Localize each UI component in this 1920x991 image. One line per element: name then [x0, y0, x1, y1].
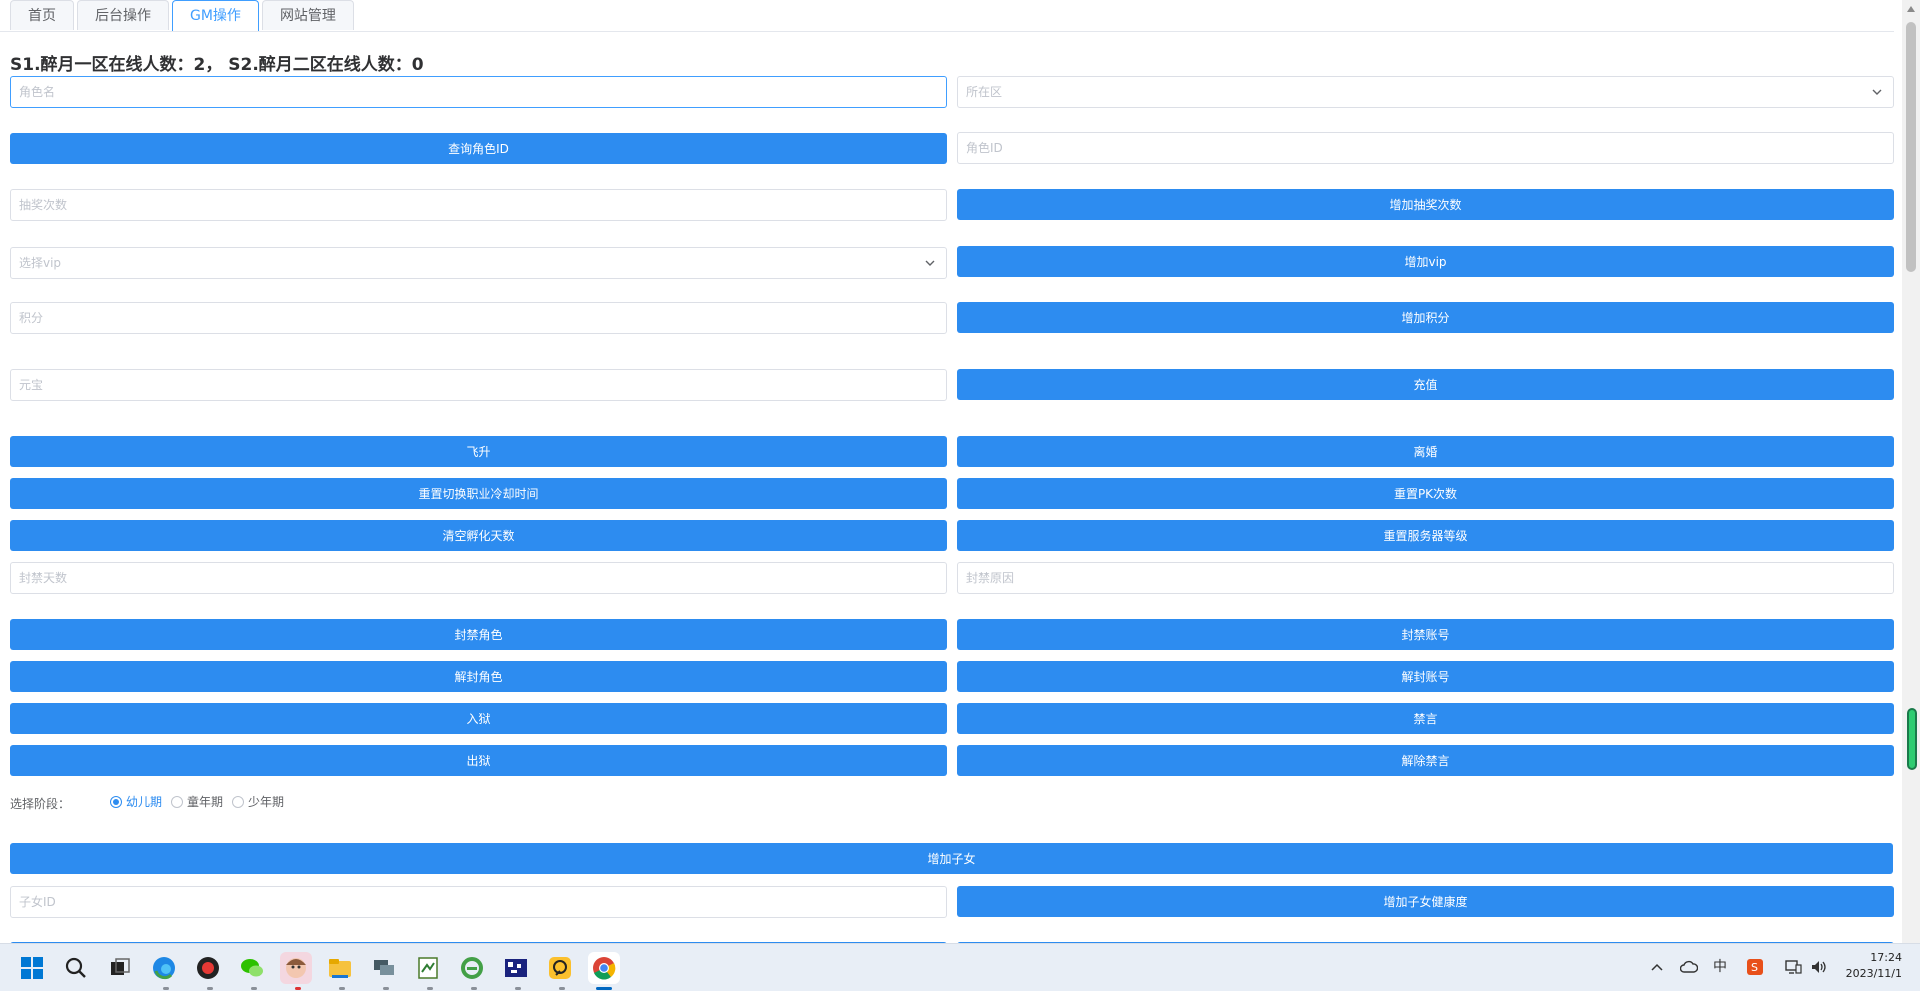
stage-option-label: 幼儿期 — [126, 795, 163, 809]
qr-app-icon[interactable] — [500, 952, 532, 984]
zone-select-placeholder: 所在区 — [966, 85, 1003, 99]
stage-radio-infant[interactable]: 幼儿期 — [110, 793, 162, 810]
reset-job-cooldown-button[interactable]: 重置切换职业冷却时间 — [10, 478, 947, 509]
role-id-input[interactable] — [957, 132, 1894, 164]
tab-site-admin[interactable]: 网站管理 — [261, 0, 354, 30]
edge-icon[interactable] — [148, 952, 180, 984]
query-role-id-button[interactable]: 查询角色ID — [10, 133, 947, 164]
ascend-button[interactable]: 飞升 — [10, 436, 947, 467]
chevron-up-icon[interactable] — [1650, 962, 1664, 972]
chevron-down-icon — [1872, 89, 1882, 95]
clear-incubation-button[interactable]: 清空孵化天数 — [10, 520, 947, 551]
lottery-count-input[interactable] — [10, 189, 947, 221]
clock-time: 17:24 — [1870, 951, 1902, 964]
scroll-up-icon[interactable] — [1907, 6, 1915, 12]
sogou-icon[interactable]: S — [1746, 958, 1764, 976]
system-clock[interactable]: 17:24 2023/11/1 — [1846, 950, 1902, 982]
chrome-icon[interactable] — [588, 952, 620, 984]
gm-page: 首页 后台操作 GM操作 网站管理 S1.醉月一区在线人数：2， S2.醉月二区… — [0, 0, 1920, 943]
reset-pk-button[interactable]: 重置PK次数 — [957, 478, 1894, 509]
ban-account-button[interactable]: 封禁账号 — [957, 619, 1894, 650]
taskbar-indicator — [295, 987, 301, 990]
online-status: S1.醉月一区在线人数：2， S2.醉月二区在线人数：0 — [10, 55, 424, 75]
notepad-icon[interactable] — [412, 952, 444, 984]
tab-bar: 首页 后台操作 GM操作 网站管理 — [10, 0, 354, 32]
volume-icon[interactable] — [1810, 959, 1828, 975]
stage-option-label: 少年期 — [248, 795, 285, 809]
page-scrollbar[interactable] — [1902, 0, 1920, 943]
start-icon[interactable] — [16, 952, 48, 984]
tab-home[interactable]: 首页 — [10, 0, 74, 30]
taskbar-indicator — [207, 987, 213, 990]
taskbar-indicator — [383, 987, 389, 990]
radio-unchecked-icon — [171, 795, 183, 808]
ime-indicator[interactable]: 中 — [1713, 956, 1727, 976]
wechat-icon[interactable] — [236, 952, 268, 984]
taskbar-indicator — [515, 987, 521, 990]
release-button[interactable]: 出狱 — [10, 745, 947, 776]
tab-backend[interactable]: 后台操作 — [77, 0, 169, 30]
tab-gm[interactable]: GM操作 — [172, 0, 259, 32]
yuanbao-input[interactable] — [10, 369, 947, 401]
ban-role-button[interactable]: 封禁角色 — [10, 619, 947, 650]
scroll-thumb[interactable] — [1906, 22, 1916, 272]
remote-desktop-icon[interactable] — [368, 952, 400, 984]
taskbar-indicator — [427, 987, 433, 990]
chevron-down-icon — [925, 260, 935, 266]
search-icon[interactable] — [60, 952, 92, 984]
add-child-button[interactable]: 增加子女 — [10, 843, 1893, 874]
points-input[interactable] — [10, 302, 947, 334]
taskbar-indicator — [163, 987, 169, 990]
zone-select[interactable]: 所在区 — [957, 76, 1894, 108]
avatar-app-icon[interactable] — [280, 952, 312, 984]
cloud-icon[interactable] — [1680, 960, 1698, 974]
divorce-button[interactable]: 离婚 — [957, 436, 1894, 467]
mute-button[interactable]: 禁言 — [957, 703, 1894, 734]
recharge-button[interactable]: 充值 — [957, 369, 1894, 400]
vip-select-placeholder: 选择vip — [19, 256, 62, 270]
app-icon[interactable] — [544, 952, 576, 984]
taskbar-indicator — [471, 987, 477, 990]
stage-label: 选择阶段： — [10, 797, 71, 811]
vip-select[interactable]: 选择vip — [10, 247, 947, 279]
reset-server-level-button[interactable]: 重置服务器等级 — [957, 520, 1894, 551]
role-name-input[interactable] — [10, 76, 947, 108]
file-explorer-icon[interactable] — [324, 952, 356, 984]
add-points-button[interactable]: 增加积分 — [957, 302, 1894, 333]
ie-icon[interactable] — [456, 952, 488, 984]
stage-radio-childhood[interactable]: 童年期 — [171, 793, 223, 810]
unmute-button[interactable]: 解除禁言 — [957, 745, 1894, 776]
ban-reason-input[interactable] — [957, 562, 1894, 594]
network-icon[interactable] — [1784, 959, 1802, 975]
stage-radio-youth[interactable]: 少年期 — [232, 793, 284, 810]
side-widget-handle[interactable] — [1907, 708, 1917, 770]
add-vip-button[interactable]: 增加vip — [957, 246, 1894, 277]
taskbar-indicator — [559, 987, 565, 990]
taskbar-indicator — [339, 987, 345, 990]
task-view-icon[interactable] — [104, 952, 136, 984]
taskbar: 中 S 17:24 2023/11/1 — [0, 943, 1920, 991]
taskbar-indicator — [251, 987, 257, 990]
child-id-input[interactable] — [10, 886, 947, 918]
stage-option-label: 童年期 — [187, 795, 224, 809]
clock-date: 2023/11/1 — [1845, 967, 1902, 980]
unban-role-button[interactable]: 解封角色 — [10, 661, 947, 692]
jail-button[interactable]: 入狱 — [10, 703, 947, 734]
add-child-health-button[interactable]: 增加子女健康度 — [957, 886, 1894, 917]
radio-checked-icon — [110, 795, 122, 808]
svg-text:S: S — [1751, 961, 1758, 974]
add-lottery-button[interactable]: 增加抽奖次数 — [957, 189, 1894, 220]
recorder-icon[interactable] — [192, 952, 224, 984]
tab-divider — [0, 31, 1894, 32]
ban-days-input[interactable] — [10, 562, 947, 594]
unban-account-button[interactable]: 解封账号 — [957, 661, 1894, 692]
radio-unchecked-icon — [232, 795, 244, 808]
taskbar-indicator-active — [596, 987, 612, 990]
